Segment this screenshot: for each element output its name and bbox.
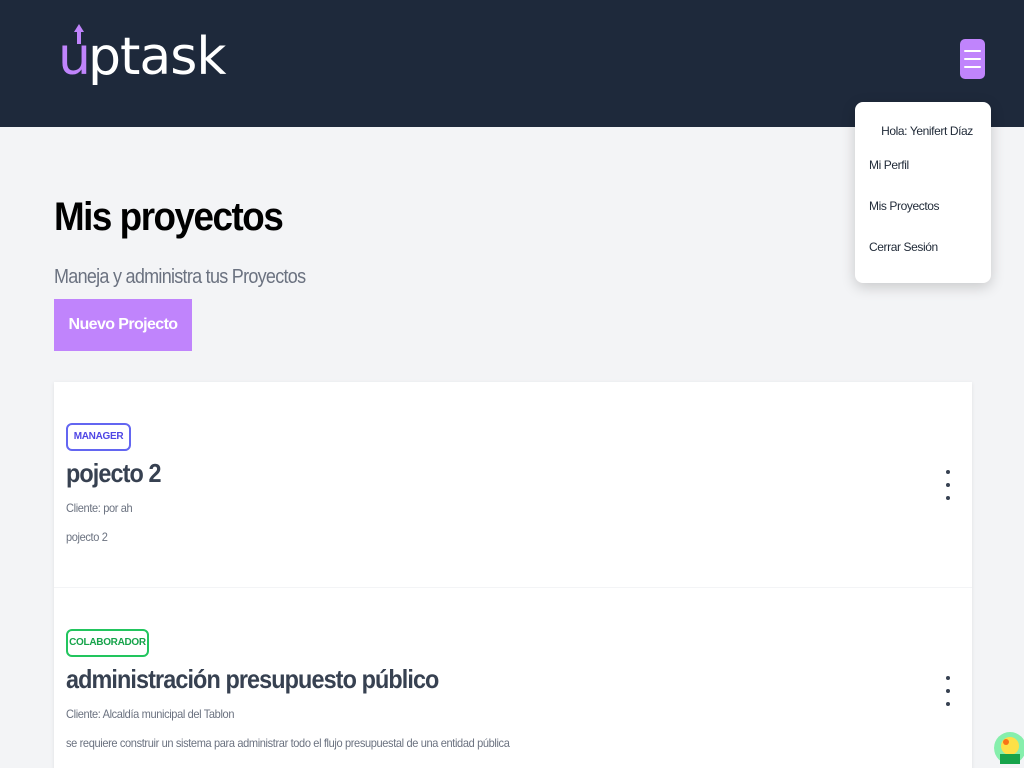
logo-u-letter: u: [58, 27, 91, 87]
page-title: Mis proyectos: [54, 195, 284, 239]
project-card[interactable]: COLABORADOR administración presupuesto p…: [54, 588, 972, 768]
logo-wordmark: ptask: [88, 27, 226, 87]
role-badge: COLABORADOR: [66, 629, 149, 657]
project-card[interactable]: MANAGER pojecto 2 Cliente: por ah poject…: [54, 382, 972, 582]
project-client: Cliente: por ah: [66, 501, 133, 515]
page-subtitle: Maneja y administra tus Proyectos: [54, 266, 306, 288]
role-badge: MANAGER: [66, 423, 131, 451]
project-description: pojecto 2: [66, 530, 108, 544]
menu-item-logout[interactable]: Cerrar Sesión: [869, 240, 938, 254]
assistant-avatar-icon[interactable]: [994, 726, 1024, 768]
page: u ptask Hola: Yenifert Díaz Mi Perfil Mi…: [0, 0, 1024, 768]
menu-item-projects[interactable]: Mis Proyectos: [869, 199, 940, 213]
more-vertical-icon[interactable]: [942, 676, 954, 706]
project-name[interactable]: pojecto 2: [66, 456, 162, 490]
project-client: Cliente: Alcaldía municipal del Tablon: [66, 707, 235, 721]
new-project-button[interactable]: Nuevo Projecto: [54, 299, 192, 351]
more-vertical-icon[interactable]: [942, 470, 954, 500]
uptask-logo[interactable]: u ptask: [58, 24, 226, 98]
project-name[interactable]: administración presupuesto público: [66, 662, 439, 696]
hamburger-icon[interactable]: [960, 39, 985, 79]
menu-item-profile[interactable]: Mi Perfil: [869, 158, 909, 172]
user-greeting: Hola: Yenifert Díaz: [881, 124, 973, 138]
project-description: se requiere construir un sistema para ad…: [66, 736, 510, 750]
projects-list: MANAGER pojecto 2 Cliente: por ah poject…: [54, 382, 972, 768]
user-dropdown-menu: Hola: Yenifert Díaz Mi Perfil Mis Proyec…: [855, 102, 991, 283]
